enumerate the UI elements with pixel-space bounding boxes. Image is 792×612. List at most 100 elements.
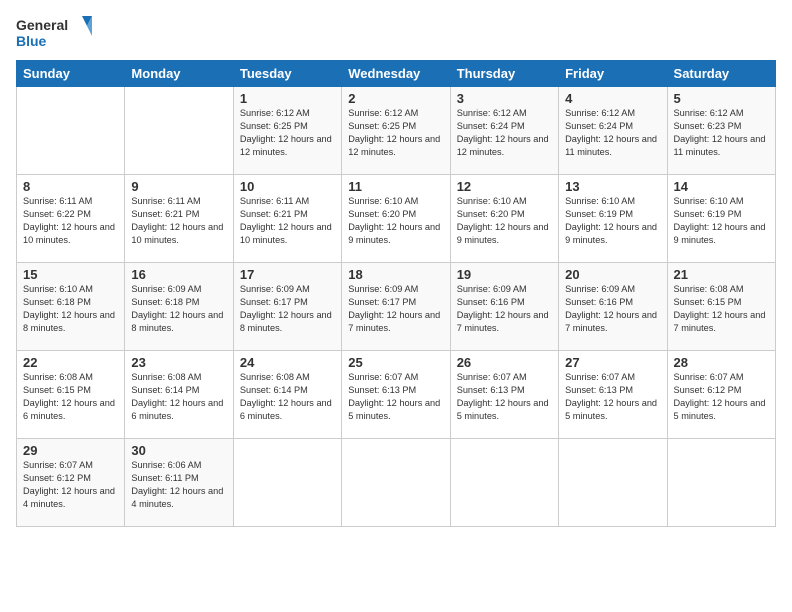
day-number: 23 [131,355,226,370]
calendar-cell: 14 Sunrise: 6:10 AM Sunset: 6:19 PM Dayl… [667,175,775,263]
day-info: Sunrise: 6:08 AM Sunset: 6:14 PM Dayligh… [131,371,226,423]
calendar-cell: 30 Sunrise: 6:06 AM Sunset: 6:11 PM Dayl… [125,439,233,527]
calendar-cell: 24 Sunrise: 6:08 AM Sunset: 6:14 PM Dayl… [233,351,341,439]
day-info: Sunrise: 6:09 AM Sunset: 6:16 PM Dayligh… [457,283,552,335]
calendar-cell: 16 Sunrise: 6:09 AM Sunset: 6:18 PM Dayl… [125,263,233,351]
day-info: Sunrise: 6:11 AM Sunset: 6:21 PM Dayligh… [240,195,335,247]
calendar-cell: 15 Sunrise: 6:10 AM Sunset: 6:18 PM Dayl… [17,263,125,351]
calendar-cell [17,87,125,175]
day-info: Sunrise: 6:09 AM Sunset: 6:16 PM Dayligh… [565,283,660,335]
day-number: 17 [240,267,335,282]
day-info: Sunrise: 6:10 AM Sunset: 6:18 PM Dayligh… [23,283,118,335]
day-number: 30 [131,443,226,458]
calendar-cell: 20 Sunrise: 6:09 AM Sunset: 6:16 PM Dayl… [559,263,667,351]
day-number: 20 [565,267,660,282]
weekday-header: Sunday [17,61,125,87]
header: General Blue [16,12,776,52]
calendar-cell: 17 Sunrise: 6:09 AM Sunset: 6:17 PM Dayl… [233,263,341,351]
calendar-cell: 23 Sunrise: 6:08 AM Sunset: 6:14 PM Dayl… [125,351,233,439]
calendar-cell [125,87,233,175]
calendar-week-row: 1 Sunrise: 6:12 AM Sunset: 6:25 PM Dayli… [17,87,776,175]
day-number: 11 [348,179,443,194]
day-info: Sunrise: 6:10 AM Sunset: 6:20 PM Dayligh… [348,195,443,247]
day-number: 3 [457,91,552,106]
calendar-cell [233,439,341,527]
calendar-cell [667,439,775,527]
day-info: Sunrise: 6:12 AM Sunset: 6:25 PM Dayligh… [240,107,335,159]
day-number: 13 [565,179,660,194]
calendar-cell: 19 Sunrise: 6:09 AM Sunset: 6:16 PM Dayl… [450,263,558,351]
day-number: 5 [674,91,769,106]
calendar-cell: 29 Sunrise: 6:07 AM Sunset: 6:12 PM Dayl… [17,439,125,527]
day-info: Sunrise: 6:11 AM Sunset: 6:21 PM Dayligh… [131,195,226,247]
calendar-week-row: 22 Sunrise: 6:08 AM Sunset: 6:15 PM Dayl… [17,351,776,439]
day-number: 21 [674,267,769,282]
calendar-cell: 18 Sunrise: 6:09 AM Sunset: 6:17 PM Dayl… [342,263,450,351]
calendar-cell: 21 Sunrise: 6:08 AM Sunset: 6:15 PM Dayl… [667,263,775,351]
calendar-cell: 4 Sunrise: 6:12 AM Sunset: 6:24 PM Dayli… [559,87,667,175]
day-number: 14 [674,179,769,194]
calendar-cell: 11 Sunrise: 6:10 AM Sunset: 6:20 PM Dayl… [342,175,450,263]
day-info: Sunrise: 6:10 AM Sunset: 6:19 PM Dayligh… [674,195,769,247]
calendar-week-row: 8 Sunrise: 6:11 AM Sunset: 6:22 PM Dayli… [17,175,776,263]
weekday-header: Wednesday [342,61,450,87]
day-number: 26 [457,355,552,370]
svg-text:Blue: Blue [16,33,47,49]
calendar-cell [342,439,450,527]
calendar-cell: 22 Sunrise: 6:08 AM Sunset: 6:15 PM Dayl… [17,351,125,439]
day-info: Sunrise: 6:07 AM Sunset: 6:13 PM Dayligh… [565,371,660,423]
weekday-header: Monday [125,61,233,87]
day-number: 24 [240,355,335,370]
day-number: 16 [131,267,226,282]
calendar-cell: 1 Sunrise: 6:12 AM Sunset: 6:25 PM Dayli… [233,87,341,175]
day-info: Sunrise: 6:06 AM Sunset: 6:11 PM Dayligh… [131,459,226,511]
calendar-cell: 27 Sunrise: 6:07 AM Sunset: 6:13 PM Dayl… [559,351,667,439]
day-number: 2 [348,91,443,106]
day-info: Sunrise: 6:09 AM Sunset: 6:18 PM Dayligh… [131,283,226,335]
logo: General Blue [16,12,96,52]
calendar-table: SundayMondayTuesdayWednesdayThursdayFrid… [16,60,776,527]
day-number: 25 [348,355,443,370]
day-number: 10 [240,179,335,194]
weekday-header: Thursday [450,61,558,87]
header-row: SundayMondayTuesdayWednesdayThursdayFrid… [17,61,776,87]
weekday-header: Saturday [667,61,775,87]
day-info: Sunrise: 6:11 AM Sunset: 6:22 PM Dayligh… [23,195,118,247]
calendar-week-row: 29 Sunrise: 6:07 AM Sunset: 6:12 PM Dayl… [17,439,776,527]
day-info: Sunrise: 6:07 AM Sunset: 6:13 PM Dayligh… [457,371,552,423]
weekday-header: Friday [559,61,667,87]
day-info: Sunrise: 6:09 AM Sunset: 6:17 PM Dayligh… [240,283,335,335]
calendar-cell: 10 Sunrise: 6:11 AM Sunset: 6:21 PM Dayl… [233,175,341,263]
day-info: Sunrise: 6:12 AM Sunset: 6:23 PM Dayligh… [674,107,769,159]
calendar-cell: 3 Sunrise: 6:12 AM Sunset: 6:24 PM Dayli… [450,87,558,175]
day-info: Sunrise: 6:07 AM Sunset: 6:13 PM Dayligh… [348,371,443,423]
day-info: Sunrise: 6:12 AM Sunset: 6:24 PM Dayligh… [565,107,660,159]
day-info: Sunrise: 6:12 AM Sunset: 6:24 PM Dayligh… [457,107,552,159]
calendar-week-row: 15 Sunrise: 6:10 AM Sunset: 6:18 PM Dayl… [17,263,776,351]
day-number: 28 [674,355,769,370]
day-info: Sunrise: 6:08 AM Sunset: 6:15 PM Dayligh… [674,283,769,335]
day-number: 22 [23,355,118,370]
day-number: 27 [565,355,660,370]
day-number: 4 [565,91,660,106]
day-number: 18 [348,267,443,282]
day-number: 15 [23,267,118,282]
calendar-cell: 28 Sunrise: 6:07 AM Sunset: 6:12 PM Dayl… [667,351,775,439]
day-info: Sunrise: 6:08 AM Sunset: 6:15 PM Dayligh… [23,371,118,423]
page: General Blue SundayMondayTuesdayWednesda… [0,0,792,612]
calendar-cell: 9 Sunrise: 6:11 AM Sunset: 6:21 PM Dayli… [125,175,233,263]
calendar-cell: 25 Sunrise: 6:07 AM Sunset: 6:13 PM Dayl… [342,351,450,439]
calendar-cell: 12 Sunrise: 6:10 AM Sunset: 6:20 PM Dayl… [450,175,558,263]
calendar-cell: 2 Sunrise: 6:12 AM Sunset: 6:25 PM Dayli… [342,87,450,175]
day-number: 29 [23,443,118,458]
calendar-cell: 5 Sunrise: 6:12 AM Sunset: 6:23 PM Dayli… [667,87,775,175]
logo-svg: General Blue [16,12,96,52]
day-number: 9 [131,179,226,194]
calendar-cell [559,439,667,527]
day-number: 12 [457,179,552,194]
day-number: 8 [23,179,118,194]
calendar-cell: 8 Sunrise: 6:11 AM Sunset: 6:22 PM Dayli… [17,175,125,263]
calendar-cell [450,439,558,527]
day-info: Sunrise: 6:10 AM Sunset: 6:19 PM Dayligh… [565,195,660,247]
calendar-cell: 26 Sunrise: 6:07 AM Sunset: 6:13 PM Dayl… [450,351,558,439]
